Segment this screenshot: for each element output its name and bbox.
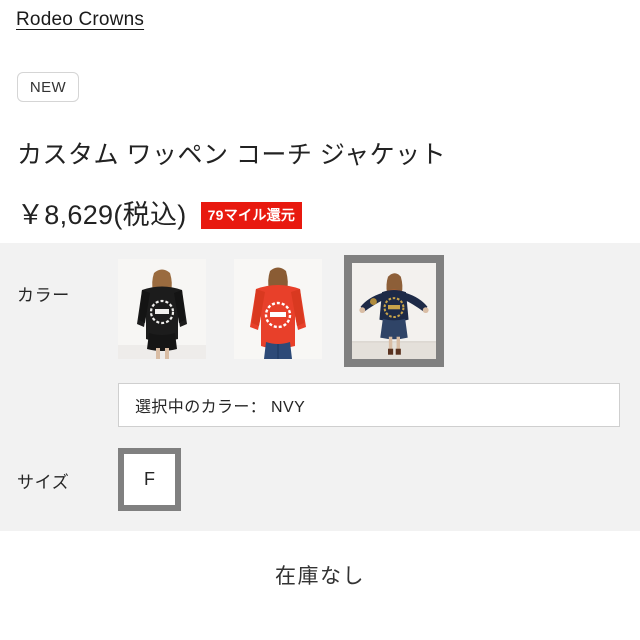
size-option-label: サイズ (17, 473, 70, 492)
navy-jacket-thumbnail-icon (352, 263, 436, 359)
size-option-f[interactable]: F (118, 448, 181, 511)
selected-color-display[interactable]: 選択中のカラー： NVY (118, 383, 620, 427)
color-option-label: カラー (17, 286, 70, 305)
product-detail-page: Rodeo Crowns NEW カスタム ワッペン コーチ ジャケット ￥8,… (0, 0, 640, 640)
product-price: ￥8,629(税込) (17, 200, 187, 230)
new-badge: NEW (17, 72, 79, 102)
color-swatch-option[interactable] (118, 259, 206, 359)
mile-reward-badge: 79マイル還元 (200, 201, 303, 229)
color-swatch-image-frame (352, 263, 436, 359)
color-swatch-option[interactable] (234, 259, 322, 359)
brand-link[interactable]: Rodeo Crowns (16, 8, 144, 32)
red-jacket-thumbnail-icon (234, 259, 322, 359)
black-jacket-thumbnail-icon (118, 259, 206, 359)
stock-status: 在庫なし (275, 565, 365, 588)
price-row: ￥8,629(税込) 79マイル還元 (17, 198, 303, 232)
color-swatch-option-selected[interactable] (344, 255, 444, 367)
page-title: カスタム ワッペン コーチ ジャケット (17, 141, 447, 169)
